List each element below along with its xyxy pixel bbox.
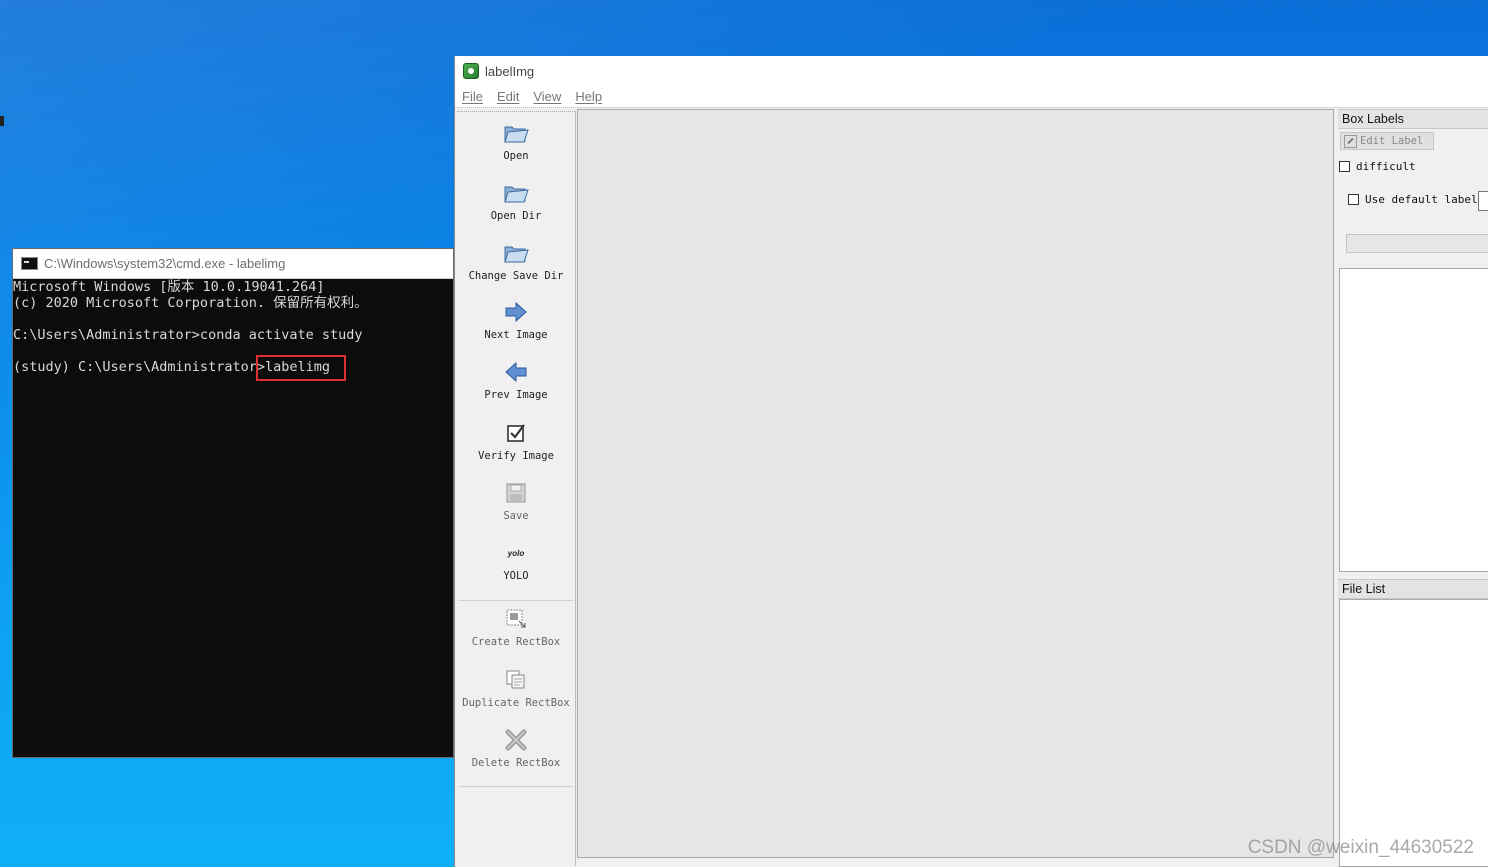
- app-titlebar[interactable]: labelImg: [455, 56, 1488, 86]
- menu-view[interactable]: View: [533, 89, 561, 104]
- difficult-checkbox[interactable]: [1339, 161, 1350, 172]
- change-save-dir-label: Change Save Dir: [468, 270, 564, 282]
- save-button[interactable]: Save: [457, 476, 575, 532]
- folder-open-icon: [503, 120, 529, 146]
- open-button[interactable]: Open: [457, 116, 575, 172]
- image-canvas[interactable]: [577, 109, 1334, 858]
- cmd-blank-line: [13, 343, 453, 359]
- menu-edit[interactable]: Edit: [497, 89, 519, 104]
- change-save-dir-button[interactable]: Change Save Dir: [457, 236, 575, 292]
- edit-label-text: Edit Label: [1360, 135, 1424, 147]
- yolo-icon-text: yolo: [507, 548, 525, 558]
- cmd-line: C:\Users\Administrator>conda activate st…: [13, 327, 363, 343]
- difficult-checkbox-row[interactable]: difficult: [1339, 160, 1416, 173]
- desktop-edge-icon: [0, 116, 4, 126]
- verify-image-button[interactable]: Verify Image: [457, 416, 575, 472]
- checkbox-checked-icon: [503, 420, 529, 446]
- csdn-watermark: CSDN @weixin_44630522: [1247, 837, 1474, 858]
- label-filter-combo[interactable]: [1346, 234, 1488, 253]
- open-label: Open: [503, 150, 529, 162]
- verify-image-label: Verify Image: [478, 450, 554, 462]
- cmd-blank-line: [13, 311, 453, 327]
- folder-open-icon: [503, 180, 529, 206]
- next-image-button[interactable]: Next Image: [457, 295, 575, 351]
- yolo-format-button[interactable]: yolo YOLO: [457, 536, 575, 592]
- cmd-output[interactable]: Microsoft Windows [版本 10.0.19041.264] (c…: [13, 279, 453, 381]
- arrow-right-icon: [503, 299, 529, 325]
- arrow-left-icon: [503, 359, 529, 385]
- duplicate-rectbox-label: Duplicate RectBox: [462, 697, 570, 709]
- red-highlight-box: [256, 355, 346, 381]
- file-list-header: File List: [1338, 579, 1488, 599]
- cmd-line: (c) 2020 Microsoft Corporation. 保留所有权利。: [13, 295, 368, 311]
- default-label-input[interactable]: [1478, 191, 1488, 211]
- menu-help[interactable]: Help: [575, 89, 602, 104]
- app-title: labelImg: [485, 63, 535, 79]
- next-image-label: Next Image: [484, 329, 548, 341]
- open-dir-button[interactable]: Open Dir: [457, 176, 575, 232]
- create-rectbox-button[interactable]: Create RectBox: [457, 602, 575, 658]
- labelimg-logo-icon: [463, 63, 479, 79]
- cmd-line: Microsoft Windows [版本 10.0.19041.264]: [13, 279, 325, 295]
- prev-image-button[interactable]: Prev Image: [457, 355, 575, 411]
- yolo-format-icon: yolo: [503, 540, 529, 566]
- delete-rectbox-button[interactable]: Delete RectBox: [457, 723, 575, 779]
- delete-rectbox-label: Delete RectBox: [471, 757, 561, 769]
- yolo-label: YOLO: [503, 570, 529, 582]
- duplicate-rectbox-icon: [503, 667, 529, 693]
- menu-file[interactable]: File: [462, 89, 483, 104]
- save-label: Save: [503, 510, 529, 522]
- prev-image-label: Prev Image: [484, 389, 548, 401]
- cmd-titlebar[interactable]: C:\Windows\system32\cmd.exe - labelimg: [13, 249, 453, 279]
- duplicate-rectbox-button[interactable]: Duplicate RectBox: [457, 663, 575, 719]
- use-default-label-text: Use default label: [1365, 193, 1478, 206]
- floppy-disk-icon: [503, 480, 529, 506]
- use-default-label-checkbox[interactable]: [1348, 194, 1359, 205]
- create-rectbox-icon: [503, 606, 529, 632]
- delete-x-icon: [503, 727, 529, 753]
- menubar: File Edit View Help: [455, 86, 1488, 108]
- pencil-icon: [1344, 134, 1357, 148]
- label-list[interactable]: [1339, 268, 1488, 572]
- cmd-window: C:\Windows\system32\cmd.exe - labelimg M…: [12, 248, 454, 758]
- cmd-window-title: C:\Windows\system32\cmd.exe - labelimg: [44, 256, 286, 271]
- cmd-line: (study) C:\Users\Administrator>labelimg: [13, 359, 330, 375]
- toolbar: Open Open Dir Change Save Dir Next Image…: [457, 111, 575, 865]
- toolbar-separator: [459, 786, 573, 787]
- toolbar-divider: [575, 111, 576, 866]
- file-list[interactable]: [1339, 599, 1488, 867]
- box-labels-header: Box Labels: [1338, 109, 1488, 129]
- use-default-label-row[interactable]: Use default label: [1348, 193, 1478, 206]
- difficult-label: difficult: [1356, 160, 1416, 173]
- edit-label-button[interactable]: Edit Label: [1340, 132, 1434, 150]
- open-dir-label: Open Dir: [490, 210, 542, 222]
- folder-open-icon: [503, 240, 529, 266]
- terminal-icon: [21, 257, 38, 270]
- toolbar-separator: [459, 600, 573, 601]
- labelimg-window: labelImg File Edit View Help Open Open D…: [454, 56, 1488, 867]
- create-rectbox-label: Create RectBox: [471, 636, 561, 648]
- right-dock: Box Labels Edit Label difficult Use defa…: [1338, 109, 1488, 867]
